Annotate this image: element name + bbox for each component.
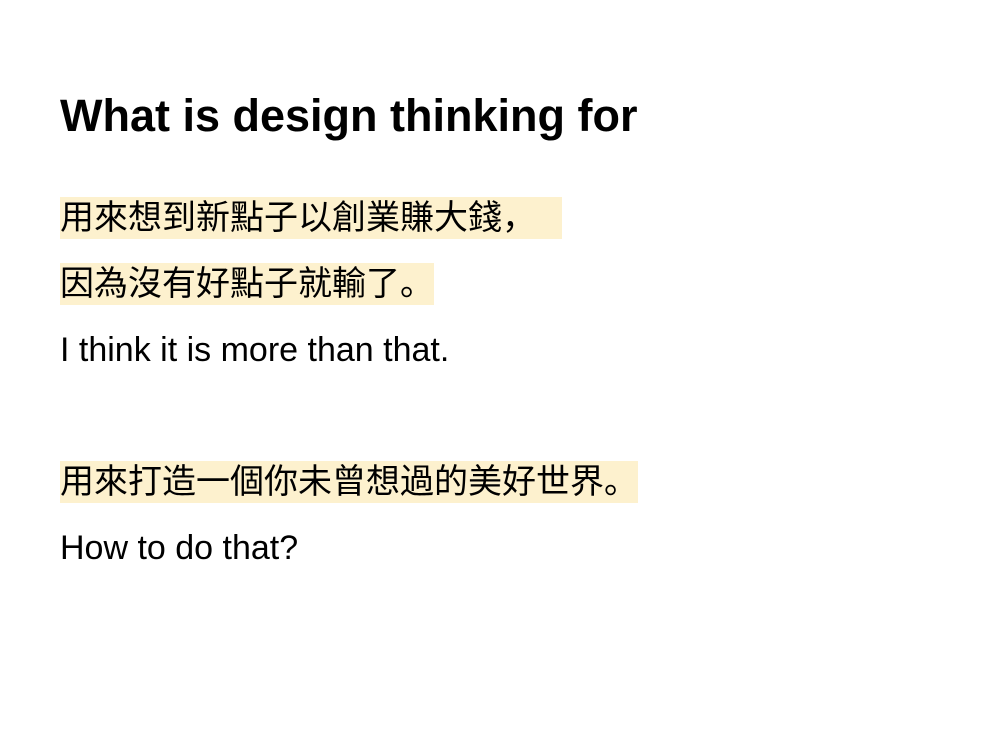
slide: What is design thinking for 用來想到新點子以創業賺大… bbox=[0, 0, 999, 749]
slide-title: What is design thinking for bbox=[60, 90, 638, 141]
plain-text: How to do that? bbox=[60, 529, 299, 567]
highlighted-text: 因為沒有好點子就輸了。 bbox=[60, 263, 434, 305]
body-line-2: 因為沒有好點子就輸了。 bbox=[60, 262, 434, 306]
highlighted-text: 用來打造一個你未曾想過的美好世界。 bbox=[60, 461, 638, 503]
highlighted-text: 用來想到新點子以創業賺大錢， bbox=[60, 197, 562, 239]
body-line-4: 用來打造一個你未曾想過的美好世界。 bbox=[60, 460, 638, 504]
body-line-5: How to do that? bbox=[60, 526, 298, 570]
plain-text: I think it is more than that. bbox=[60, 331, 450, 369]
body-line-1: 用來想到新點子以創業賺大錢， bbox=[60, 196, 562, 240]
body-line-3: I think it is more than that. bbox=[60, 328, 449, 372]
